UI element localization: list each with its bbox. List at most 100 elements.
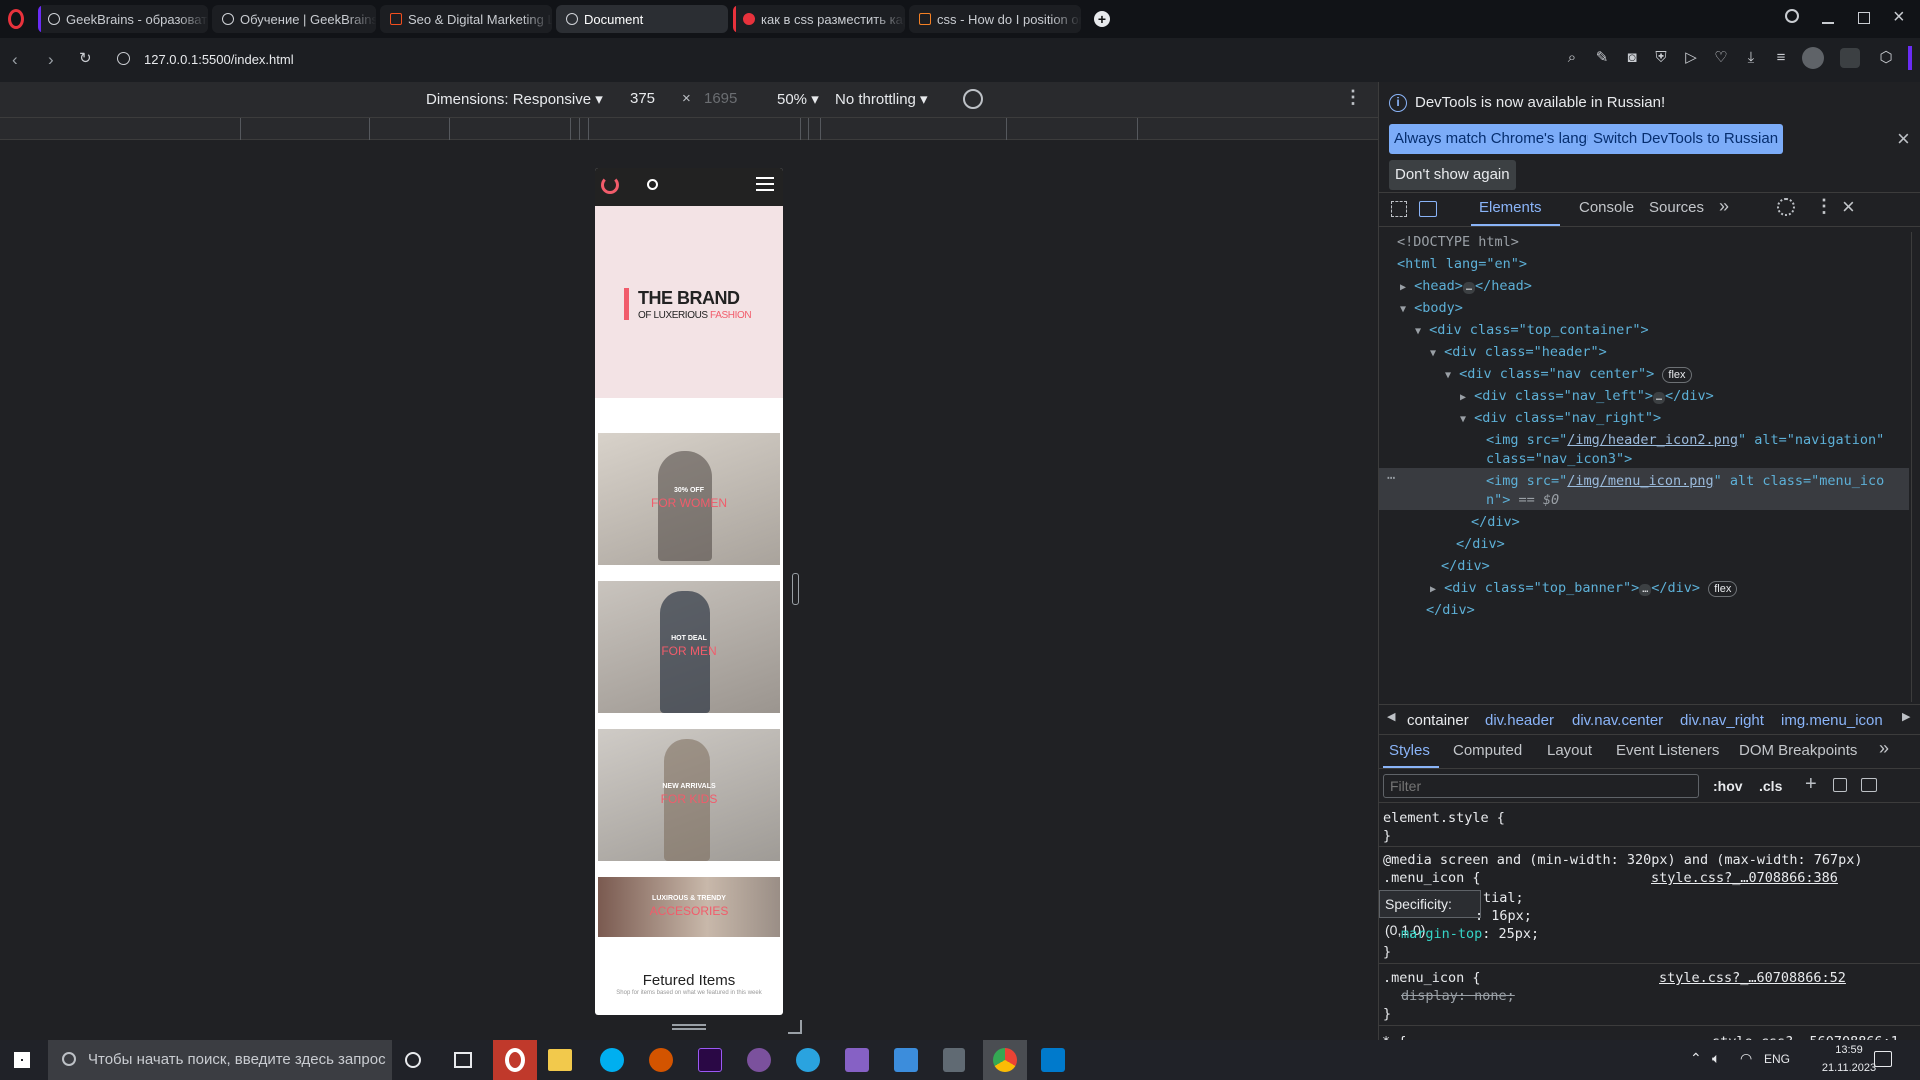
category-card-men[interactable]: HOT DEAL FOR MEN <box>598 581 780 713</box>
collapsed-ellipsis-icon[interactable]: … <box>1639 584 1652 596</box>
media-query[interactable]: @media screen and (min-width: 320px) and… <box>1383 852 1863 868</box>
maximize-button[interactable] <box>1858 12 1870 24</box>
opera-taskbar-app[interactable] <box>493 1040 537 1080</box>
telegram-icon[interactable] <box>796 1048 820 1072</box>
play-icon[interactable]: ▷ <box>1683 50 1699 66</box>
calculator-icon[interactable] <box>943 1048 965 1072</box>
search-icon[interactable] <box>647 179 658 190</box>
rule-selector-menu-icon[interactable]: .menu_icon { <box>1383 870 1481 886</box>
network-icon[interactable]: ◠ <box>1740 1050 1752 1067</box>
collapsed-ellipsis-icon[interactable]: … <box>1652 392 1666 404</box>
volume-icon[interactable]: 🔈︎ <box>1712 1050 1720 1067</box>
reload-button[interactable]: ↻ <box>79 49 92 67</box>
tab-geekbrains-1[interactable]: GeekBrains - образовате <box>38 5 208 33</box>
rule-element-style[interactable]: element.style { <box>1383 810 1505 826</box>
dom-top-container[interactable]: ▼ <div class="top_container"> <box>1415 322 1649 338</box>
throttling-dropdown[interactable]: No throttling ▾ <box>835 90 928 108</box>
rule-margin-top[interactable]: margin-top: 25px; <box>1401 926 1539 942</box>
dom-header[interactable]: ▼ <div class="header"> <box>1430 344 1607 360</box>
camera-icon[interactable]: ◙ <box>1624 50 1640 66</box>
breadcrumb-div-nav-right[interactable]: div.nav_right <box>1680 712 1764 729</box>
rule-selector-menu-icon-2[interactable]: .menu_icon { <box>1383 970 1481 986</box>
search-icon[interactable]: ⌕ <box>1564 50 1580 66</box>
task-view-icon[interactable] <box>454 1052 472 1068</box>
edit-icon[interactable]: ✎ <box>1594 50 1610 66</box>
dom-img-menu-icon-cont[interactable]: n"> == $0 <box>1486 492 1559 508</box>
dimensions-dropdown[interactable]: Dimensions: Responsive ▾ <box>426 90 603 108</box>
cortana-icon[interactable] <box>405 1052 421 1068</box>
app-icon[interactable] <box>894 1048 918 1072</box>
minimize-button[interactable] <box>1822 22 1834 24</box>
rule-display-none[interactable]: display: none; <box>1401 988 1515 1004</box>
width-input[interactable]: 375 <box>630 90 655 107</box>
breadcrumb-scroll-left[interactable]: ◀ <box>1387 710 1395 723</box>
close-window-button[interactable]: × <box>1893 6 1905 29</box>
dom-nav-right[interactable]: ▼ <div class="nav_right"> <box>1460 410 1661 426</box>
notifications-icon[interactable] <box>1874 1051 1892 1067</box>
cube-icon[interactable]: ⬡ <box>1878 50 1894 66</box>
dom-img-class[interactable]: class="nav_icon3"> <box>1486 451 1632 467</box>
tab-computed[interactable]: Computed <box>1453 742 1522 759</box>
sidebar-toggle-icon[interactable] <box>1861 778 1877 792</box>
dom-nav-center[interactable]: ▼ <div class="nav center"> flex <box>1445 366 1692 383</box>
site-info-icon[interactable] <box>117 52 130 65</box>
rotate-icon[interactable] <box>963 89 983 109</box>
opera-logo-icon[interactable] <box>8 9 24 29</box>
paint-brush-icon[interactable] <box>1833 778 1847 792</box>
height-input[interactable]: 1695 <box>704 90 737 107</box>
inspect-element-icon[interactable] <box>1391 201 1407 217</box>
collapsed-ellipsis-icon[interactable]: … <box>1462 282 1475 294</box>
tab-sources[interactable]: Sources <box>1649 199 1704 216</box>
visual-studio-icon[interactable] <box>845 1048 869 1072</box>
url-field[interactable]: 127.0.0.1:5500/index.html <box>144 52 294 67</box>
brand-logo-icon[interactable] <box>601 176 619 194</box>
input-language[interactable]: ENG <box>1764 1052 1790 1066</box>
dom-close-nav[interactable]: </div> <box>1456 536 1505 552</box>
skype-icon[interactable] <box>600 1048 624 1072</box>
tab-dom-breakpoints[interactable]: DOM Breakpoints <box>1739 742 1857 759</box>
breadcrumb-img-menu-icon[interactable]: img.menu_icon <box>1781 712 1883 729</box>
tab-stackoverflow[interactable]: css - How do I position on <box>909 5 1081 33</box>
shield-icon[interactable]: ⛨ <box>1653 50 1669 66</box>
device-toggle-icon[interactable] <box>1419 201 1437 217</box>
heart-icon[interactable]: ♡ <box>1713 50 1729 66</box>
flex-badge[interactable]: flex <box>1708 581 1738 597</box>
dom-head[interactable]: ▶ <head>… </head> <box>1400 278 1532 294</box>
cls-toggle[interactable]: .cls <box>1759 778 1782 794</box>
tab-layout[interactable]: Layout <box>1547 742 1592 759</box>
switch-russian-button[interactable]: Switch DevTools to Russian <box>1588 124 1784 154</box>
extension-icon[interactable] <box>1840 48 1860 68</box>
menu-icon[interactable]: ≡ <box>1773 50 1789 66</box>
resize-handle-corner[interactable] <box>788 1020 802 1034</box>
tab-geekbrains-2[interactable]: Обучение | GeekBrains - <box>212 5 376 33</box>
resize-handle-bottom[interactable] <box>672 1024 706 1030</box>
file-explorer-icon[interactable] <box>548 1049 572 1071</box>
dom-img-menu-icon[interactable]: <img src="/img/menu_icon.png" alt class=… <box>1486 473 1884 489</box>
tab-elements[interactable]: Elements <box>1479 199 1542 216</box>
taskbar-search-box[interactable]: Чтобы начать поиск, введите здесь запрос <box>48 1040 392 1080</box>
dom-img-header-icon[interactable]: <img src="/img/header_icon2.png" alt="na… <box>1486 432 1884 448</box>
hov-toggle[interactable]: :hov <box>1713 778 1743 794</box>
breadcrumb-container[interactable]: container <box>1407 712 1469 729</box>
dom-scrollbar[interactable] <box>1911 232 1917 702</box>
rule-partial-2[interactable]: : 16px; <box>1475 908 1532 924</box>
more-options-icon[interactable]: ⋮ <box>1344 87 1362 108</box>
more-tabs-icon[interactable]: » <box>1719 196 1729 217</box>
new-rule-icon[interactable]: + <box>1805 773 1817 796</box>
forward-button[interactable]: › <box>48 50 54 70</box>
tray-chevron-icon[interactable]: ⌃ <box>1690 1050 1702 1067</box>
category-card-kids[interactable]: NEW ARRIVALS FOR KIDS <box>598 729 780 861</box>
dom-close-nav-right[interactable]: </div> <box>1471 514 1520 530</box>
more-style-tabs-icon[interactable]: » <box>1879 738 1889 759</box>
windows-start-icon[interactable] <box>14 1052 30 1068</box>
source-link[interactable]: style.css?_…60708866:52 <box>1659 970 1846 986</box>
tab-event-listeners[interactable]: Event Listeners <box>1616 742 1719 759</box>
close-devtools-icon[interactable]: × <box>1842 194 1855 220</box>
close-notice-icon[interactable]: × <box>1897 126 1910 152</box>
hamburger-menu-icon[interactable] <box>756 177 774 179</box>
dom-body[interactable]: ▼ <body> <box>1400 300 1463 316</box>
new-tab-button[interactable]: + <box>1094 11 1110 27</box>
dom-top-banner[interactable]: ▶ <div class="top_banner">… </div> flex <box>1430 580 1738 597</box>
tab-styles[interactable]: Styles <box>1389 742 1430 759</box>
resize-handle-right[interactable] <box>792 573 799 605</box>
